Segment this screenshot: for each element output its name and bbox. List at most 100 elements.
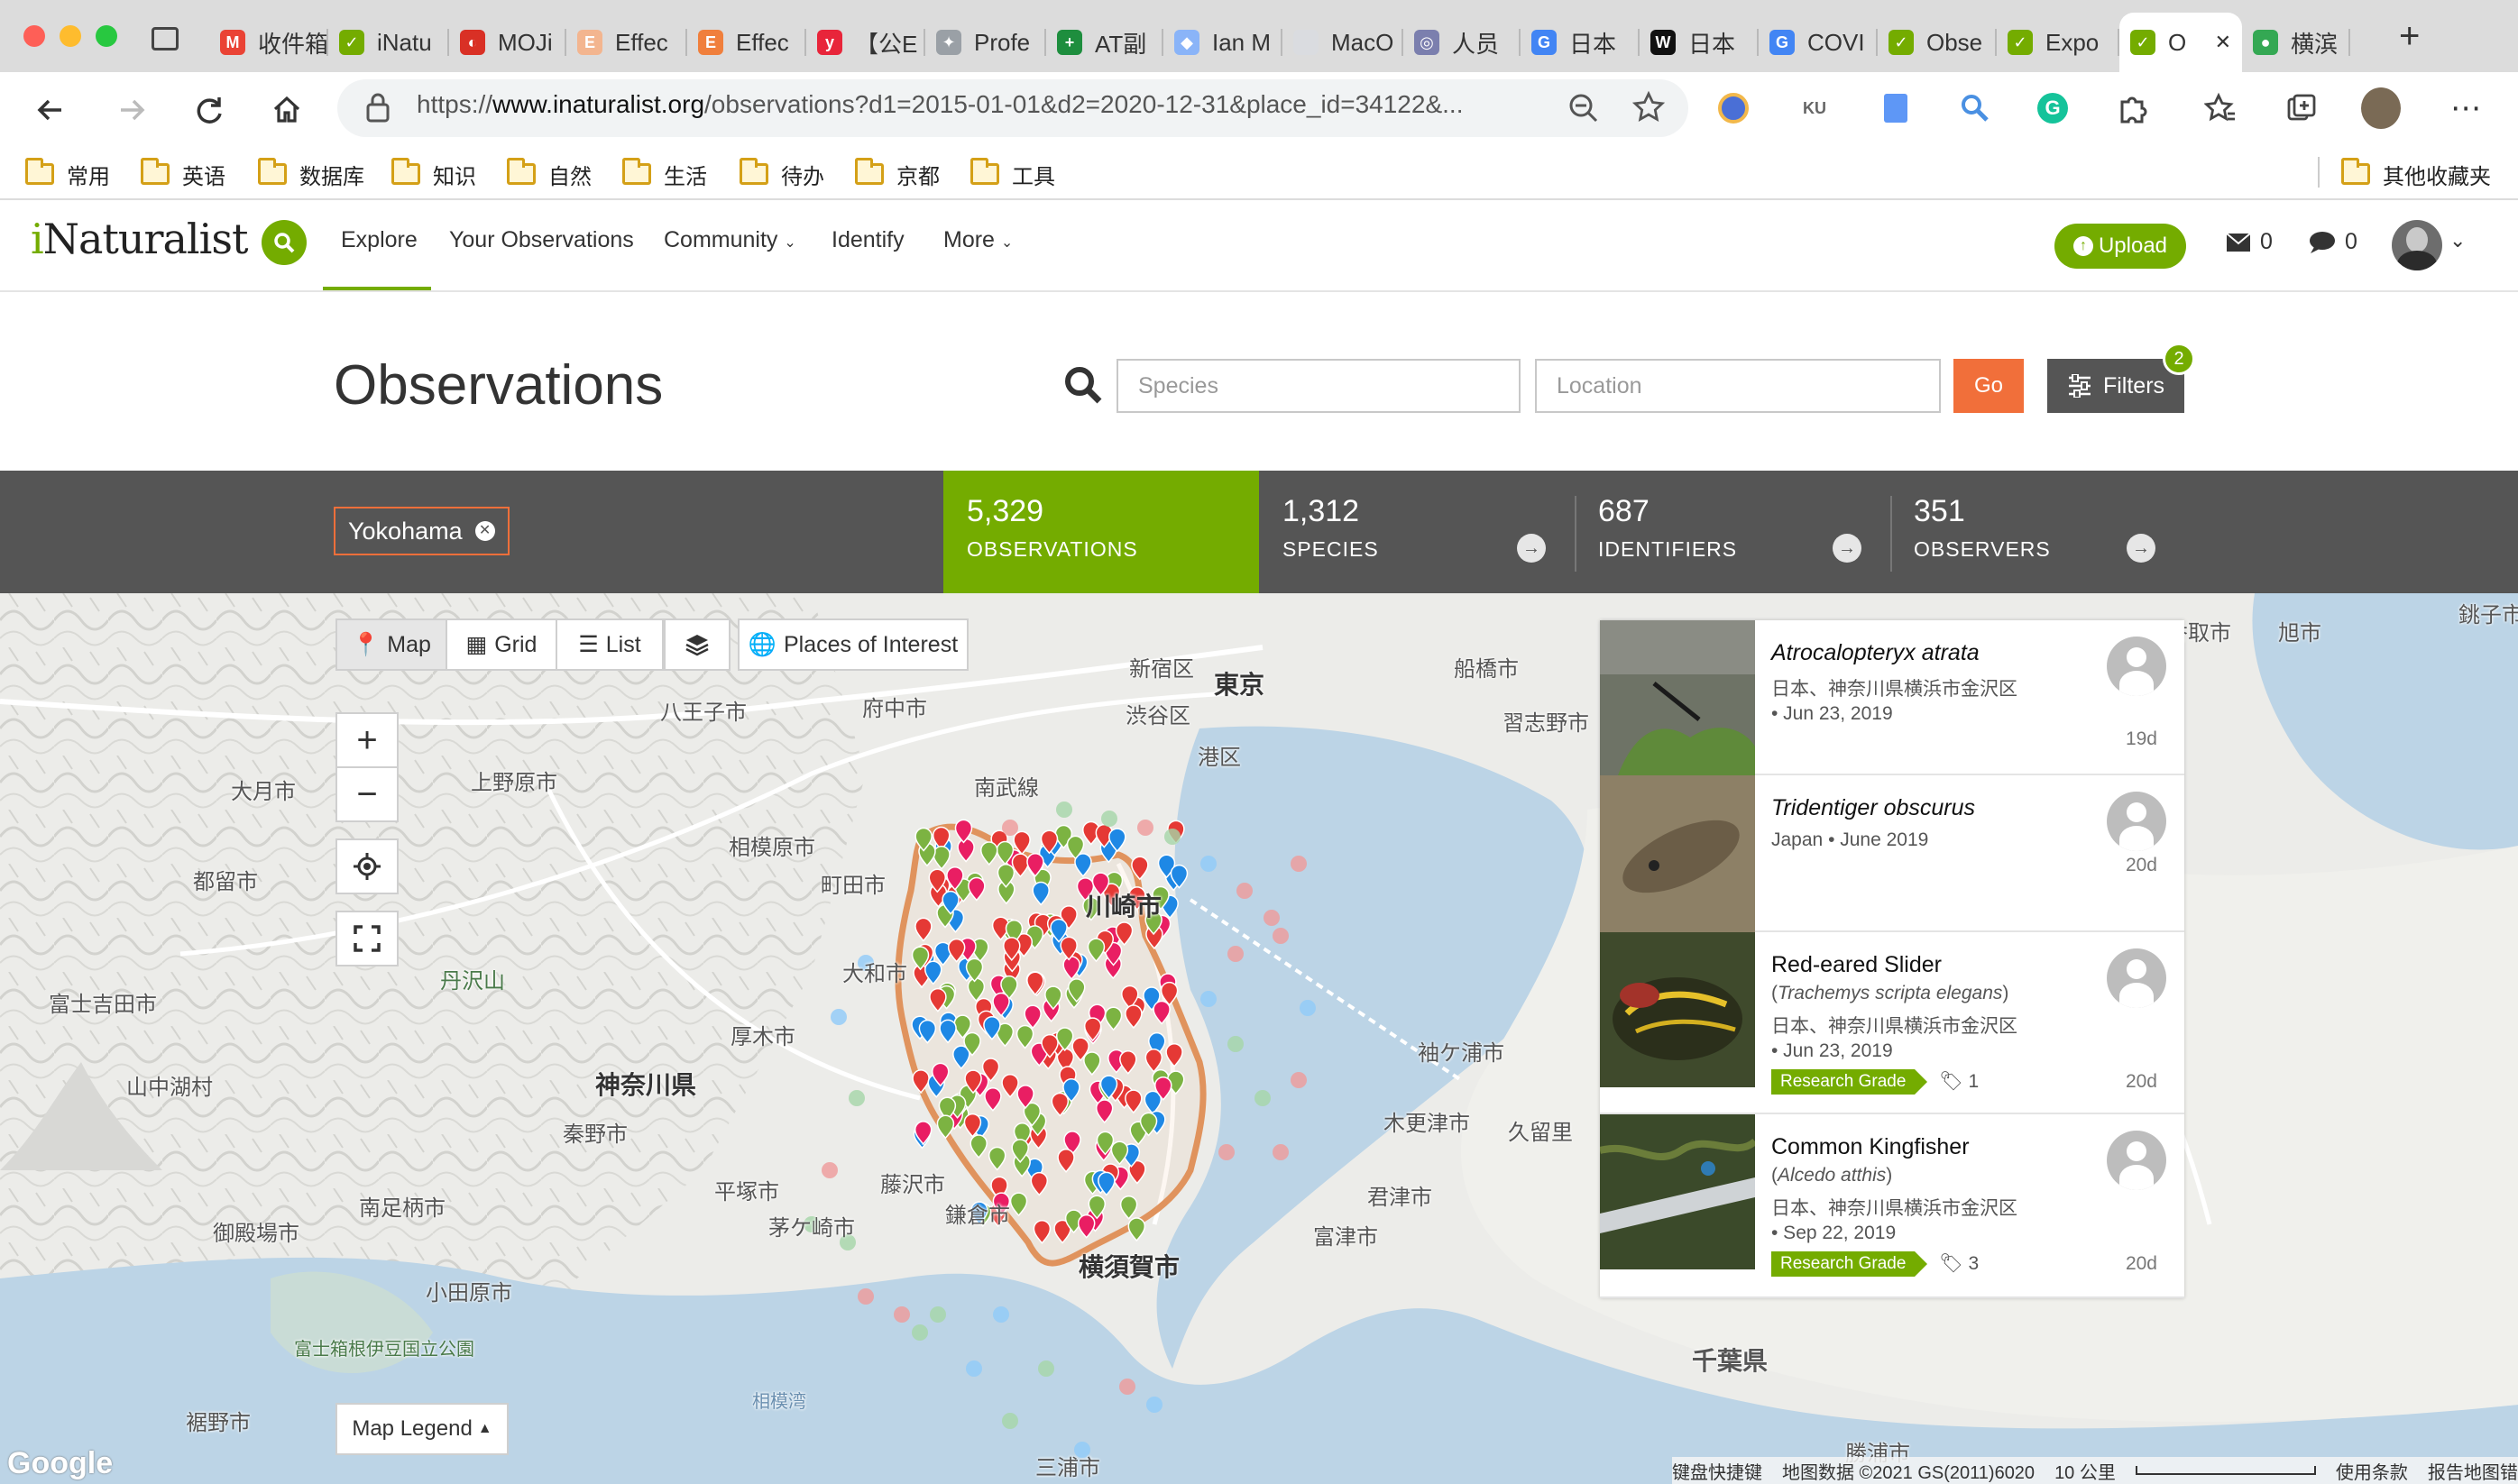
observer-avatar[interactable]	[2107, 792, 2166, 851]
url-text[interactable]: https://www.inaturalist.org/observations…	[417, 90, 1463, 119]
location-input[interactable]: Location	[1535, 359, 1941, 413]
observation-name[interactable]: Atrocalopteryx atrata	[1771, 640, 1980, 666]
favorites-icon[interactable]	[2201, 88, 2240, 128]
browser-tab[interactable]: E Effec	[566, 13, 687, 72]
view-map-button[interactable]: 📍 Map	[335, 618, 447, 671]
remove-place-icon[interactable]: ✕	[474, 521, 495, 541]
zoom-in-button[interactable]: +	[335, 712, 399, 768]
zoom-out-icon[interactable]	[1567, 92, 1600, 124]
observation-card[interactable]: Common Kingfisher (Alcedo atthis) 日本、神奈川…	[1600, 1114, 2184, 1298]
observation-name[interactable]: Red-eared Slider	[1771, 952, 1942, 978]
browser-tab[interactable]: G 日本	[1521, 13, 1640, 72]
observation-marker-faded[interactable]	[1200, 991, 1217, 1007]
observation-marker-faded[interactable]	[1119, 1379, 1135, 1395]
place-chip[interactable]: Yokohama ✕	[334, 507, 510, 555]
browser-tab[interactable]: ◆ Ian M	[1163, 13, 1282, 72]
observation-marker-faded[interactable]	[831, 1009, 847, 1025]
other-bookmarks-folder[interactable]: 其他收藏夹	[2341, 151, 2491, 197]
observation-marker-faded[interactable]	[1254, 1090, 1271, 1106]
profile-avatar[interactable]	[2361, 87, 2401, 129]
keyboard-shortcuts-link[interactable]: 键盘快捷键	[1672, 1458, 1762, 1484]
observation-marker-faded[interactable]	[966, 1360, 982, 1377]
observer-avatar[interactable]	[2107, 948, 2166, 1008]
reload-button[interactable]	[186, 87, 233, 133]
forward-button[interactable]	[108, 87, 155, 133]
user-menu-chevron-icon[interactable]: ⌄	[2449, 229, 2466, 252]
observation-marker-faded[interactable]	[894, 1306, 910, 1323]
observation-marker-faded[interactable]	[1273, 928, 1289, 944]
observation-photo[interactable]	[1600, 1114, 1755, 1269]
home-button[interactable]	[263, 87, 310, 133]
minimize-window-button[interactable]	[60, 25, 81, 47]
observation-name[interactable]: Tridentiger obscurus	[1771, 795, 1975, 821]
header-search-button[interactable]	[262, 220, 307, 265]
observation-marker-faded[interactable]	[993, 1306, 1009, 1323]
browser-tab[interactable]: ✓ iNatu	[328, 13, 449, 72]
bookmark-folder[interactable]: 待办	[740, 151, 824, 197]
nav-your-observations[interactable]: Your Observations	[449, 227, 634, 253]
observation-photo[interactable]	[1600, 775, 1755, 932]
observation-card[interactable]: Tridentiger obscurus Japan • June 2019 2…	[1600, 775, 2184, 932]
observation-card[interactable]: Atrocalopteryx atrata 日本、神奈川県横浜市金沢区 • Ju…	[1600, 620, 2184, 775]
collections-icon[interactable]	[2282, 88, 2321, 128]
go-button[interactable]: Go	[1953, 359, 2024, 413]
bookmark-folder[interactable]: 工具	[970, 151, 1055, 197]
close-window-button[interactable]	[23, 25, 45, 47]
my-location-button[interactable]	[335, 838, 399, 894]
bookmark-folder[interactable]: 知识	[391, 151, 476, 197]
stat-observers[interactable]: 351 OBSERVERS →	[1890, 471, 2184, 593]
browser-tab[interactable]: M 收件箱	[209, 13, 328, 72]
browser-tab[interactable]: W 日本	[1640, 13, 1759, 72]
notifications-button[interactable]: 0	[2309, 229, 2357, 255]
user-avatar[interactable]	[2392, 220, 2442, 270]
observer-avatar[interactable]	[2107, 1131, 2166, 1190]
new-tab-button[interactable]: +	[2399, 16, 2420, 57]
observation-photo[interactable]	[1600, 620, 1755, 775]
extension-grammarly-icon[interactable]: G	[2033, 88, 2072, 128]
observation-marker-faded[interactable]	[1200, 856, 1217, 872]
observation-marker-faded[interactable]	[1227, 946, 1244, 962]
browser-tab[interactable]: y 【公E	[806, 13, 925, 72]
bookmark-folder[interactable]: 自然	[507, 151, 592, 197]
map-legend-button[interactable]: Map Legend ▲	[335, 1403, 509, 1455]
observation-marker-faded[interactable]	[912, 1324, 928, 1341]
back-button[interactable]	[27, 87, 74, 133]
extensions-puzzle-icon[interactable]	[2112, 88, 2152, 128]
browser-tab[interactable]: E Effec	[687, 13, 806, 72]
extension-ku-icon[interactable]: KU	[1795, 88, 1834, 128]
observation-marker-faded[interactable]	[1101, 811, 1117, 827]
close-tab-icon[interactable]: ✕	[2215, 31, 2231, 54]
observation-marker-faded[interactable]	[1002, 820, 1018, 836]
nav-identify[interactable]: Identify	[832, 227, 905, 253]
inaturalist-logo[interactable]: iNaturalist	[31, 215, 248, 263]
report-map-error-link[interactable]: 报告地图错误	[2428, 1458, 2518, 1484]
bookmark-folder[interactable]: 英语	[141, 151, 225, 197]
nav-more[interactable]: More ⌄	[943, 227, 1013, 253]
observation-marker-faded[interactable]	[1227, 1036, 1244, 1052]
google-logo[interactable]: Google	[7, 1446, 113, 1481]
browser-tab[interactable]: MacO	[1282, 13, 1403, 72]
add-favorite-star-icon[interactable]	[1632, 90, 1668, 126]
observation-marker-faded[interactable]	[822, 1162, 838, 1178]
observation-card[interactable]: Red-eared Slider (Trachemys scripta eleg…	[1600, 932, 2184, 1114]
observation-marker-faded[interactable]	[849, 1090, 865, 1106]
nav-community[interactable]: Community ⌄	[664, 227, 796, 253]
observer-avatar[interactable]	[2107, 637, 2166, 696]
observation-marker-faded[interactable]	[1164, 829, 1181, 845]
observation-marker-faded[interactable]	[1291, 1072, 1307, 1088]
observation-photo[interactable]	[1600, 932, 1755, 1087]
stat-species[interactable]: 1,312 SPECIES →	[1259, 471, 1575, 593]
browser-menu-icon[interactable]: ⋯	[2446, 88, 2486, 128]
observation-marker-faded[interactable]	[1146, 1397, 1163, 1413]
observation-marker-faded[interactable]	[1002, 1413, 1018, 1429]
observation-marker-faded[interactable]	[1056, 802, 1072, 818]
stat-observations[interactable]: 5,329 OBSERVATIONS	[943, 471, 1259, 593]
browser-tab[interactable]: ● 横滨	[2242, 13, 2350, 72]
observation-marker-faded[interactable]	[1137, 820, 1153, 836]
extension-search-icon[interactable]	[1955, 88, 1995, 128]
observation-marker-faded[interactable]	[858, 1288, 874, 1305]
terms-link[interactable]: 使用条款	[2336, 1458, 2408, 1484]
tab-sidebar-icon[interactable]	[152, 27, 179, 50]
lock-icon[interactable]	[364, 92, 391, 123]
observation-marker-faded[interactable]	[1291, 856, 1307, 872]
